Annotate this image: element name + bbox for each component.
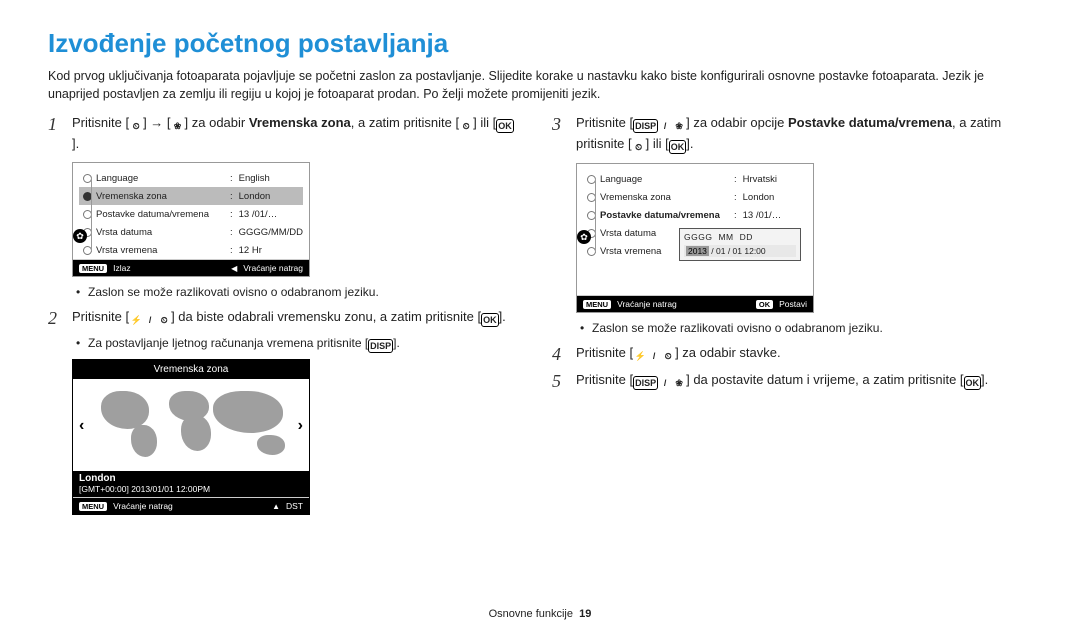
settings-row[interactable]: Postavke datuma/vremena:13 /01/… <box>79 205 303 223</box>
settings-menu-list: ✿ GGGG MM DD 2013 / 01 / 01 12:00 Langua… <box>583 170 807 260</box>
map-title: Vremenska zona <box>73 360 309 379</box>
step-2: 2 Pritisnite [⚡/⏲] da biste odabrali vre… <box>48 307 518 328</box>
left-column: 1 Pritisnite [⏲] → [❀] za odabir Vremens… <box>48 113 518 515</box>
intro-text: Kod prvog uključivanja fotoaparata pojav… <box>48 67 1032 103</box>
shot-footer: MENU Vraćanje natrag ▲ DST <box>73 497 309 514</box>
disp-icon: DISP <box>633 376 658 390</box>
flower-icon: ❀ <box>171 120 185 134</box>
up-triangle-icon: ▲ <box>272 502 280 511</box>
ok-icon: OK <box>669 140 687 154</box>
shot-footer: MENU Vraćanje natrag OK Postavi <box>577 295 813 312</box>
ok-icon: OK <box>496 119 514 133</box>
note-2: Za postavljanje ljetnog računanja vremen… <box>48 334 518 353</box>
arrow-right-icon[interactable]: › <box>298 417 303 435</box>
page-title: Izvođenje početnog postavljanja <box>48 28 1032 59</box>
menu-icon: MENU <box>583 300 611 309</box>
right-column: 3 Pritisnite [DISP/❀] za odabir opcije P… <box>552 113 1022 515</box>
note-1: Zaslon se može razlikovati ovisno o odab… <box>48 283 518 301</box>
settings-row[interactable]: Language:Hrvatski <box>583 170 807 188</box>
step-number: 4 <box>552 341 561 369</box>
menu-icon: MENU <box>79 264 107 273</box>
world-map: ‹ › <box>73 379 309 471</box>
settings-menu-list: ✿ Language:EnglishVremenska zona:LondonP… <box>79 169 303 259</box>
timer-icon: ⏲ <box>661 350 675 364</box>
settings-row[interactable]: Postavke datuma/vremena:13 /01/… <box>583 206 807 224</box>
columns: 1 Pritisnite [⏲] → [❀] za odabir Vremens… <box>48 113 1032 515</box>
step-1: 1 Pritisnite [⏲] → [❀] za odabir Vremens… <box>48 113 518 154</box>
left-triangle-icon: ◀ <box>231 264 237 273</box>
settings-row[interactable]: Vremenska zona:London <box>79 187 303 205</box>
page-footer: Osnovne funkcije 19 <box>0 608 1080 620</box>
disp-icon: DISP <box>633 119 658 133</box>
shot-footer: MENU Izlaz ◀ Vraćanje natrag <box>73 259 309 276</box>
map-time: [GMT+00:00] 2013/01/01 12:00PM <box>73 484 309 497</box>
date-year-selected[interactable]: 2013 <box>686 246 709 256</box>
step-number: 3 <box>552 111 561 139</box>
step-number: 5 <box>552 368 561 396</box>
note-3: Zaslon se može razlikovati ovisno o odab… <box>552 319 1022 337</box>
ok-icon: OK <box>964 376 982 390</box>
settings-row[interactable]: Vrsta datuma:GGGG/MM/DD <box>79 223 303 241</box>
settings-menu-shot-2: ✿ GGGG MM DD 2013 / 01 / 01 12:00 Langua… <box>576 163 814 313</box>
flower-icon: ❀ <box>672 377 686 391</box>
flower-icon: ❀ <box>672 120 686 134</box>
step-number: 1 <box>48 111 57 139</box>
map-city: London <box>73 471 309 484</box>
timer-icon: ⏲ <box>129 120 143 134</box>
step-3: 3 Pritisnite [DISP/❀] za odabir opcije P… <box>552 113 1022 155</box>
timer-icon: ⏲ <box>459 120 473 134</box>
flash-icon: ⚡ <box>129 314 143 328</box>
arrow-left-icon[interactable]: ‹ <box>79 417 84 435</box>
settings-row[interactable]: Language:English <box>79 169 303 187</box>
settings-row[interactable]: Vremenska zona:London <box>583 188 807 206</box>
ok-icon: OK <box>481 313 499 327</box>
ok-icon: OK <box>756 300 773 309</box>
settings-menu-shot-1: ✿ Language:EnglishVremenska zona:LondonP… <box>72 162 310 277</box>
settings-row[interactable]: Vrsta vremena:12 Hr <box>79 241 303 259</box>
menu-icon: MENU <box>79 502 107 511</box>
step-number: 2 <box>48 305 57 333</box>
flash-icon: ⚡ <box>633 350 647 364</box>
timer-icon: ⏲ <box>157 314 171 328</box>
step-5: 5 Pritisnite [DISP/❀] da postavite datum… <box>552 370 1022 391</box>
date-popup: GGGG MM DD 2013 / 01 / 01 12:00 <box>679 228 801 261</box>
step-4: 4 Pritisnite [⚡/⏲] za odabir stavke. <box>552 343 1022 364</box>
timezone-map-shot: Vremenska zona ‹ › London [GMT+00:00] 20… <box>72 359 310 515</box>
disp-icon: DISP <box>368 339 393 353</box>
timer-icon: ⏲ <box>632 141 646 155</box>
